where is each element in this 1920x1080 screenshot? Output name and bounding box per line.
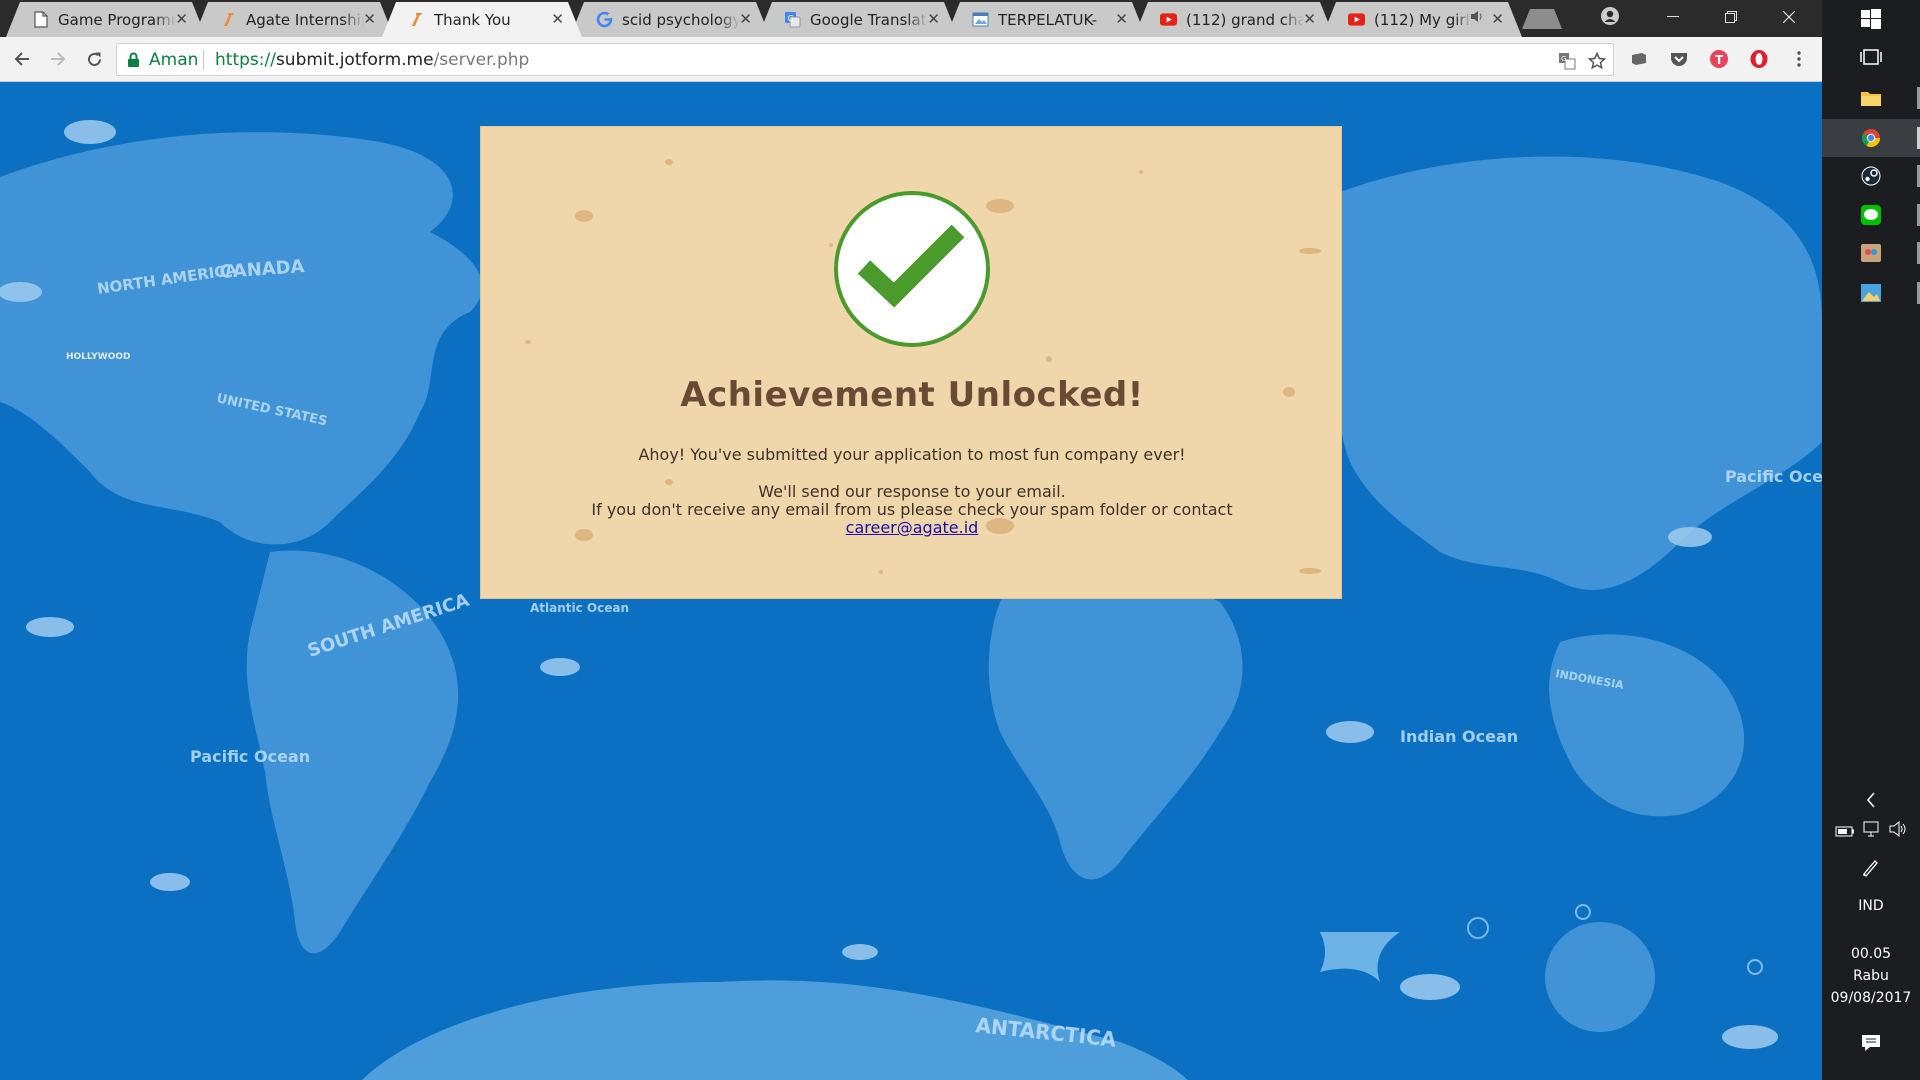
bookmark-star-icon[interactable] [1587,51,1607,71]
close-tab-icon[interactable]: ✕ [551,10,564,28]
file-explorer-icon[interactable] [1822,79,1920,117]
url-host: submit.jotform.me [275,50,434,70]
submission-message: Ahoy! You've submitted your application … [638,445,1186,464]
page-title: Achievement Unlocked! [680,375,1144,415]
forward-button[interactable] [44,45,72,73]
map-label-hollywood: HOLLYWOOD [66,352,130,362]
document-icon [32,11,49,28]
translate-icon[interactable]: G [1557,51,1577,71]
youtube-icon [1348,11,1365,28]
pocket-icon[interactable] [1668,48,1690,70]
volume-icon[interactable] [1889,820,1907,841]
action-center-icon[interactable] [1822,1024,1920,1062]
google-translate-icon: G [784,11,801,28]
contact-email-link[interactable]: career@agate.id [846,518,979,537]
clock-date[interactable]: 09/08/2017 [1822,990,1920,1006]
clock-time[interactable]: 00.05 [1822,946,1920,962]
extension-folder-icon[interactable] [1628,48,1650,70]
paint-icon[interactable] [1822,234,1920,272]
page-content: NORTH AMERICA CANADA HOLLYWOOD UNITED ST… [0,82,1822,1080]
contact-email-wrapper: career@agate.id [481,518,1341,537]
url-protocol: https:// [215,50,276,70]
tab-youtube-grand-chase[interactable]: (112) grand chas ✕ [1134,2,1334,37]
tab-label: (112) grand chas [1186,10,1304,29]
restore-button[interactable] [1702,0,1760,34]
svg-text:T: T [1715,53,1724,67]
tab-terpelatuk[interactable]: TERPELATUK- ✕ [946,2,1146,37]
confirmation-card: Achievement Unlocked! Ahoy! You've submi… [480,126,1342,599]
tab-agate-internship[interactable]: Agate Internship ✕ [194,2,394,37]
tab-youtube-my-girlfriend[interactable]: (112) My girlf ✕ [1322,2,1522,37]
back-button[interactable] [8,45,36,73]
profile-icon[interactable] [1600,6,1620,26]
tab-game-programming[interactable]: Game Programm ✕ [6,2,206,37]
tab-thank-you[interactable]: Thank You ✕ [382,2,582,37]
jotform-icon [220,11,237,28]
svg-text:G: G [1561,55,1566,63]
jotform-icon [408,11,425,28]
opera-vpn-icon[interactable] [1748,48,1770,70]
tray-chevron-icon[interactable] [1822,785,1920,815]
tab-label: TERPELATUK- [998,10,1098,29]
task-view-icon[interactable] [1822,38,1920,76]
map-label-atlantic-ocean: Atlantic Ocean [530,601,629,615]
close-tab-icon[interactable]: ✕ [1491,10,1504,28]
clock-day[interactable]: Rabu [1822,968,1920,984]
browser-tab-strip: Game Programm ✕ Agate Internship ✕ Thank… [0,0,1822,37]
address-separator [203,50,204,70]
response-message: We'll send our response to your email. [758,482,1066,501]
lock-icon [127,52,140,73]
steam-icon[interactable] [1822,157,1920,195]
secure-label[interactable]: Aman [149,50,198,70]
success-check-icon [834,191,990,347]
extension-t-icon[interactable]: T [1708,48,1730,70]
chrome-icon[interactable] [1822,119,1920,157]
battery-icon[interactable] [1835,822,1855,841]
close-tab-icon[interactable]: ✕ [927,10,940,28]
close-window-button[interactable] [1760,0,1818,34]
close-tab-icon[interactable]: ✕ [363,10,376,28]
line-icon[interactable] [1822,196,1920,234]
close-tab-icon[interactable]: ✕ [175,10,188,28]
close-tab-icon[interactable]: ✕ [1115,10,1128,28]
tab-scid-psychology[interactable]: scid psychology ✕ [570,2,770,37]
google-icon [596,11,613,28]
menu-kebab-icon[interactable] [1788,48,1810,70]
audio-playing-icon[interactable] [1470,10,1484,27]
tray-icons [1822,816,1920,846]
map-label-indian-ocean: Indian Ocean [1400,727,1518,746]
url-text[interactable]: https://submit.jotform.me/server.php [215,50,529,70]
youtube-icon [1160,11,1177,28]
tab-label: Agate Internship [246,10,364,29]
tab-label: Thank You [434,10,511,29]
start-button[interactable] [1822,0,1920,38]
svg-text:G: G [788,14,794,23]
tab-google-translate[interactable]: G Google Translate ✕ [758,2,958,37]
tab-label: scid psychology [622,10,740,29]
windows-taskbar: IND 00.05 Rabu 09/08/2017 [1822,0,1920,1080]
input-language[interactable]: IND [1822,898,1920,914]
url-path: /server.php [433,50,530,70]
new-tab-button[interactable] [1522,9,1562,29]
address-bar[interactable]: Aman https://submit.jotform.me/server.ph… [116,43,1614,76]
map-label-pacific-ocean-right: Pacific Ocean [1725,467,1822,486]
close-tab-icon[interactable]: ✕ [739,10,752,28]
network-icon[interactable] [1863,821,1881,841]
browser-toolbar: Aman https://submit.jotform.me/server.ph… [0,37,1822,82]
pen-workspace-icon[interactable] [1822,852,1920,882]
close-tab-icon[interactable]: ✕ [1303,10,1316,28]
minimize-button[interactable] [1644,0,1702,34]
spam-notice: If you don't receive any email from us p… [591,500,1233,519]
map-label-pacific-ocean-left: Pacific Ocean [190,747,310,766]
tab-label: Game Programm [58,10,176,29]
photos-icon[interactable] [1822,274,1920,312]
tab-label: Google Translate [810,10,928,29]
tab-label: (112) My girlf [1374,10,1472,29]
image-doc-icon [972,11,989,28]
reload-button[interactable] [80,45,108,73]
